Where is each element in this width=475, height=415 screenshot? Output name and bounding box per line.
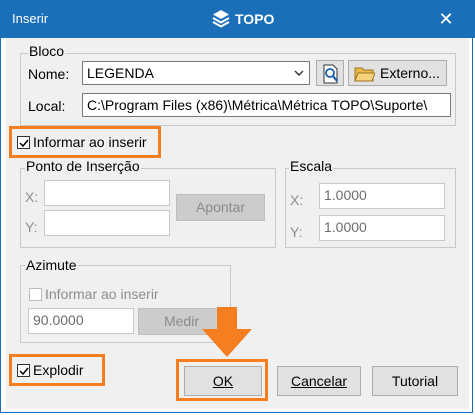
azimute-informar-label: Informar ao inserir: [45, 286, 159, 302]
ponto-y-field[interactable]: [44, 210, 170, 236]
nome-label: Nome:: [28, 66, 70, 82]
escala-x-label: X:: [290, 192, 304, 208]
highlight-informar: [9, 126, 161, 158]
escala-y-label: Y:: [290, 224, 303, 240]
chevron-down-icon: [294, 70, 304, 76]
preview-button[interactable]: [316, 60, 344, 86]
bloco-legend: Bloco: [28, 43, 66, 59]
window-title: Inserir: [12, 11, 49, 26]
local-field[interactable]: C:\Program Files (x86)\Métrica\Métrica T…: [82, 93, 451, 117]
escala-legend: Escala: [289, 158, 334, 174]
azimute-informar-checkbox[interactable]: [29, 288, 42, 301]
externo-button[interactable]: Externo...: [348, 60, 447, 86]
ponto-y-label: Y:: [25, 219, 38, 235]
escala-y-field[interactable]: 1.0000: [319, 215, 445, 241]
local-label: Local:: [28, 98, 66, 114]
azimute-legend: Azimute: [25, 257, 78, 273]
cancelar-button[interactable]: Cancelar: [277, 366, 361, 396]
cancelar-label: Cancelar: [290, 373, 348, 389]
topo-logo-icon: [212, 10, 230, 28]
highlight-explodir: [9, 354, 105, 386]
tutorial-button[interactable]: Tutorial: [372, 366, 458, 396]
escala-x-value: 1.0000: [324, 187, 367, 203]
title-bar: Inserir TOPO ✕: [0, 0, 475, 38]
externo-label: Externo...: [380, 65, 440, 81]
azimute-value: 90.0000: [33, 312, 84, 328]
azimute-value-field[interactable]: 90.0000: [28, 308, 134, 334]
folder-icon: [354, 67, 375, 82]
local-value: C:\Program Files (x86)\Métrica\Métrica T…: [87, 97, 428, 113]
escala-y-value: 1.0000: [324, 219, 367, 235]
arrow-down-icon: [202, 307, 252, 357]
nome-value: LEGENDA: [87, 65, 154, 81]
apontar-button[interactable]: Apontar: [176, 194, 265, 221]
ponto-x-label: X:: [25, 189, 39, 205]
highlight-ok: [176, 359, 268, 401]
ponto-x-field[interactable]: [44, 180, 170, 206]
brand-text: TOPO: [235, 11, 275, 27]
escala-x-field[interactable]: 1.0000: [319, 183, 445, 209]
nome-dropdown[interactable]: LEGENDA: [82, 61, 310, 85]
close-button[interactable]: ✕: [435, 8, 457, 30]
document-search-icon: [323, 64, 338, 84]
brand-logo: TOPO: [211, 9, 274, 29]
ponto-legend: Ponto de Inserção: [25, 158, 141, 174]
